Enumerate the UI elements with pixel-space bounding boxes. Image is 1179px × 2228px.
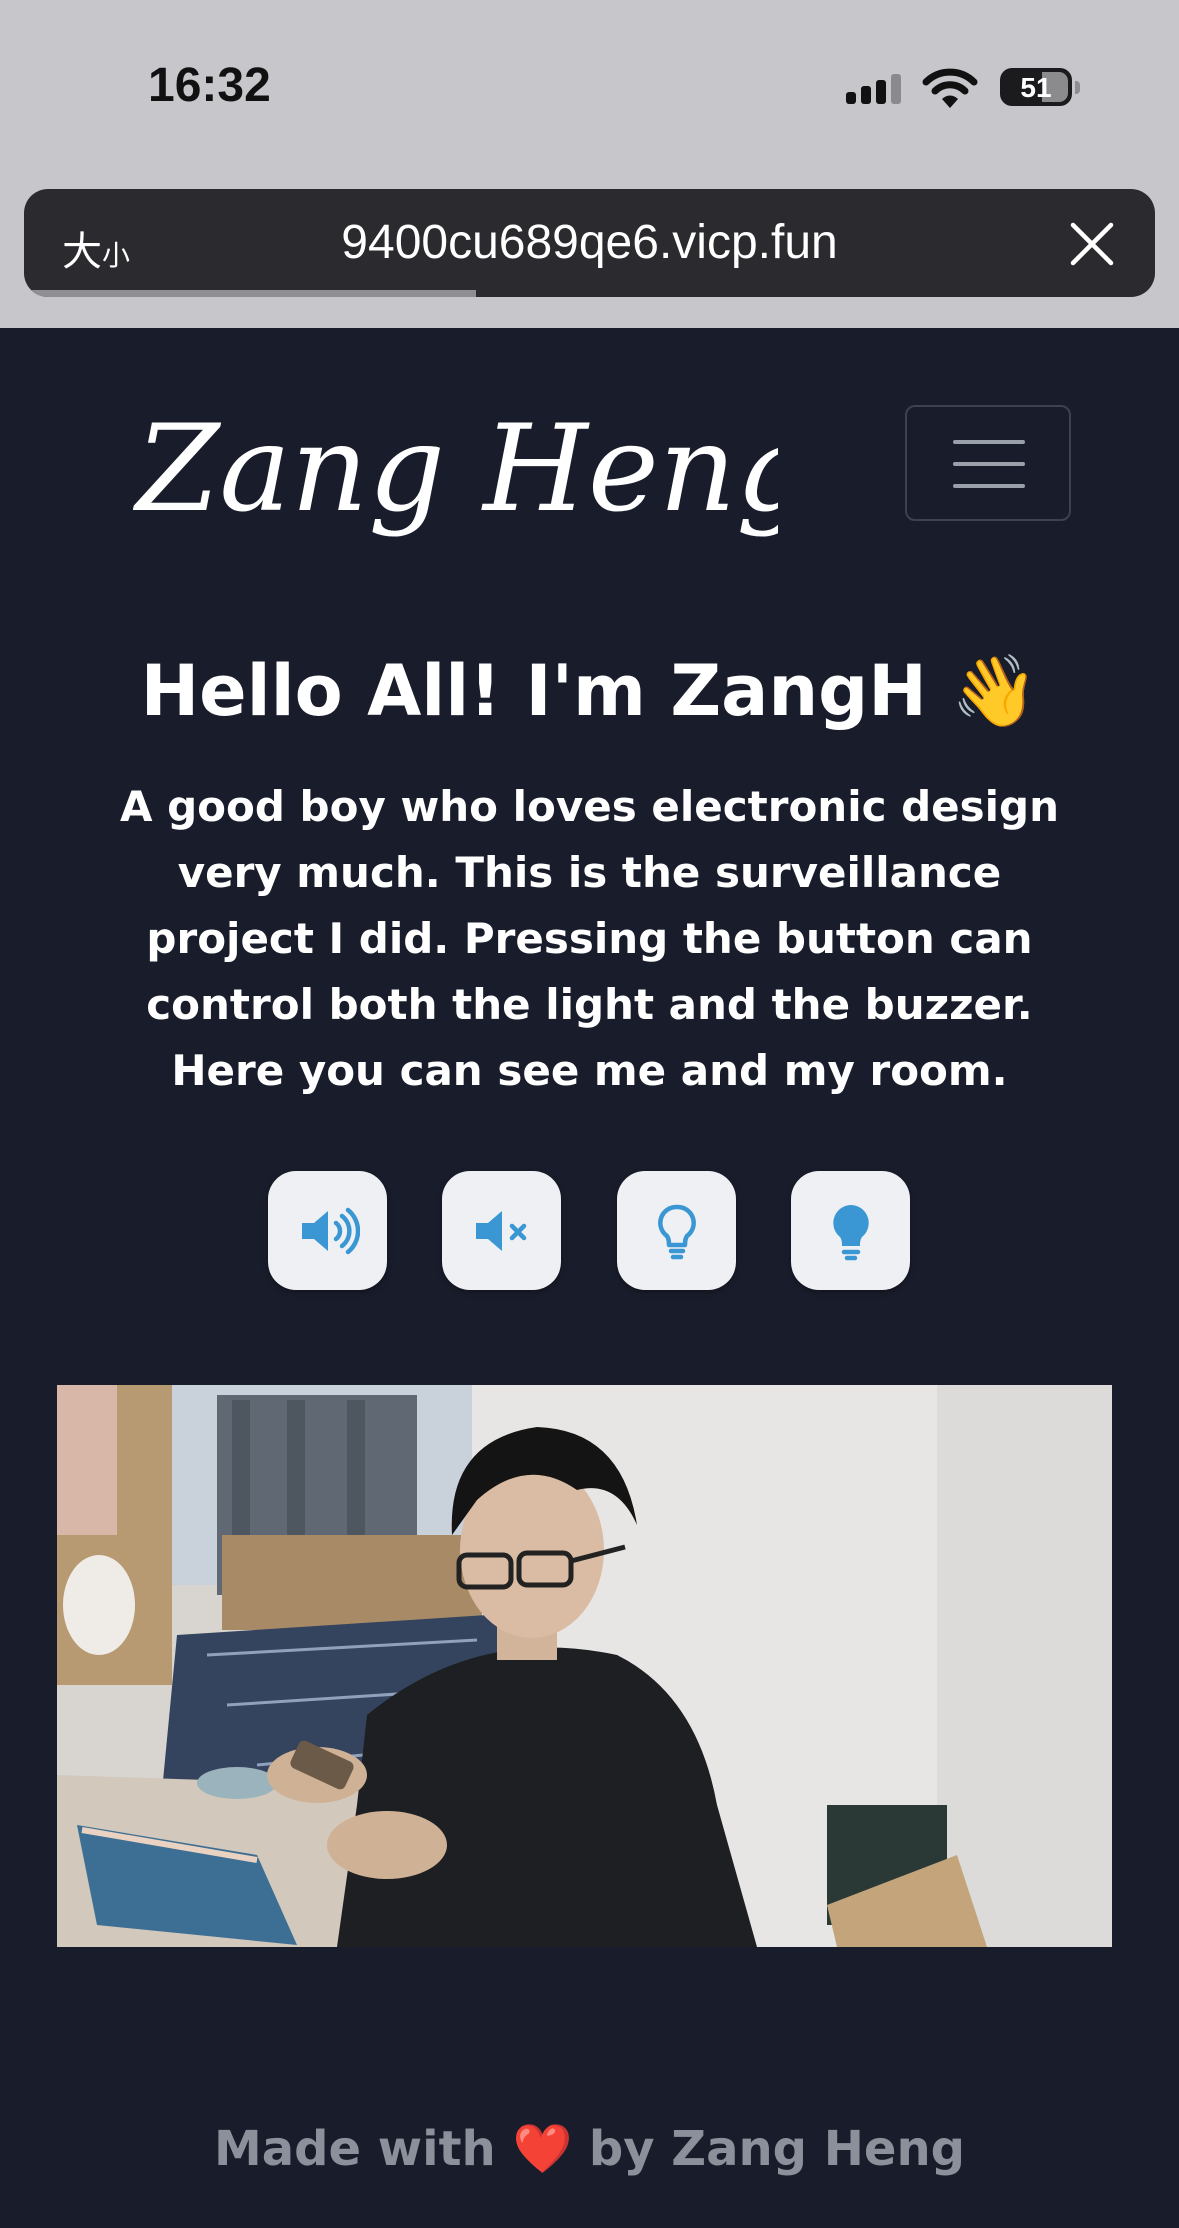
hamburger-icon xyxy=(953,440,1025,444)
camera-feed-image xyxy=(57,1385,1112,1947)
browser-chrome: 16:32 51 大小 9400cu689qe6.vicp.fun xyxy=(0,0,1179,328)
wifi-icon xyxy=(922,68,978,108)
logo[interactable]: Zang Heng xyxy=(128,380,778,550)
footer-credit: Made with ❤️ by Zang Heng xyxy=(214,2121,965,2177)
buzzer-off-button[interactable] xyxy=(442,1171,561,1290)
battery-icon: 51 xyxy=(1000,68,1080,108)
volume-up-icon xyxy=(302,1207,360,1255)
menu-toggle-button[interactable] xyxy=(905,405,1071,521)
volume-mute-icon xyxy=(476,1211,527,1251)
cellular-signal-icon xyxy=(846,74,901,104)
heart-icon: ❤️ xyxy=(512,2121,573,2177)
svg-text:Zang Heng: Zang Heng xyxy=(132,400,778,539)
battery-level: 51 xyxy=(1020,72,1052,103)
camera-feed xyxy=(57,1385,1112,1947)
buzzer-on-button[interactable] xyxy=(268,1171,387,1290)
light-off-button[interactable] xyxy=(617,1171,736,1290)
light-on-button[interactable] xyxy=(791,1171,910,1290)
intro-text: A good boy who loves electronic design v… xyxy=(119,782,1060,1095)
load-progress-bar xyxy=(24,290,477,297)
lightbulb-outline-icon xyxy=(658,1204,696,1260)
status-time: 16:32 xyxy=(148,59,271,112)
close-icon[interactable] xyxy=(1069,221,1115,267)
url-text[interactable]: 9400cu689qe6.vicp.fun xyxy=(24,215,1155,270)
address-bar[interactable]: 大小 9400cu689qe6.vicp.fun xyxy=(24,189,1155,297)
page-title: Hello All! I'm ZangH 👋 xyxy=(140,650,1039,732)
lightbulb-filled-icon xyxy=(833,1205,869,1261)
